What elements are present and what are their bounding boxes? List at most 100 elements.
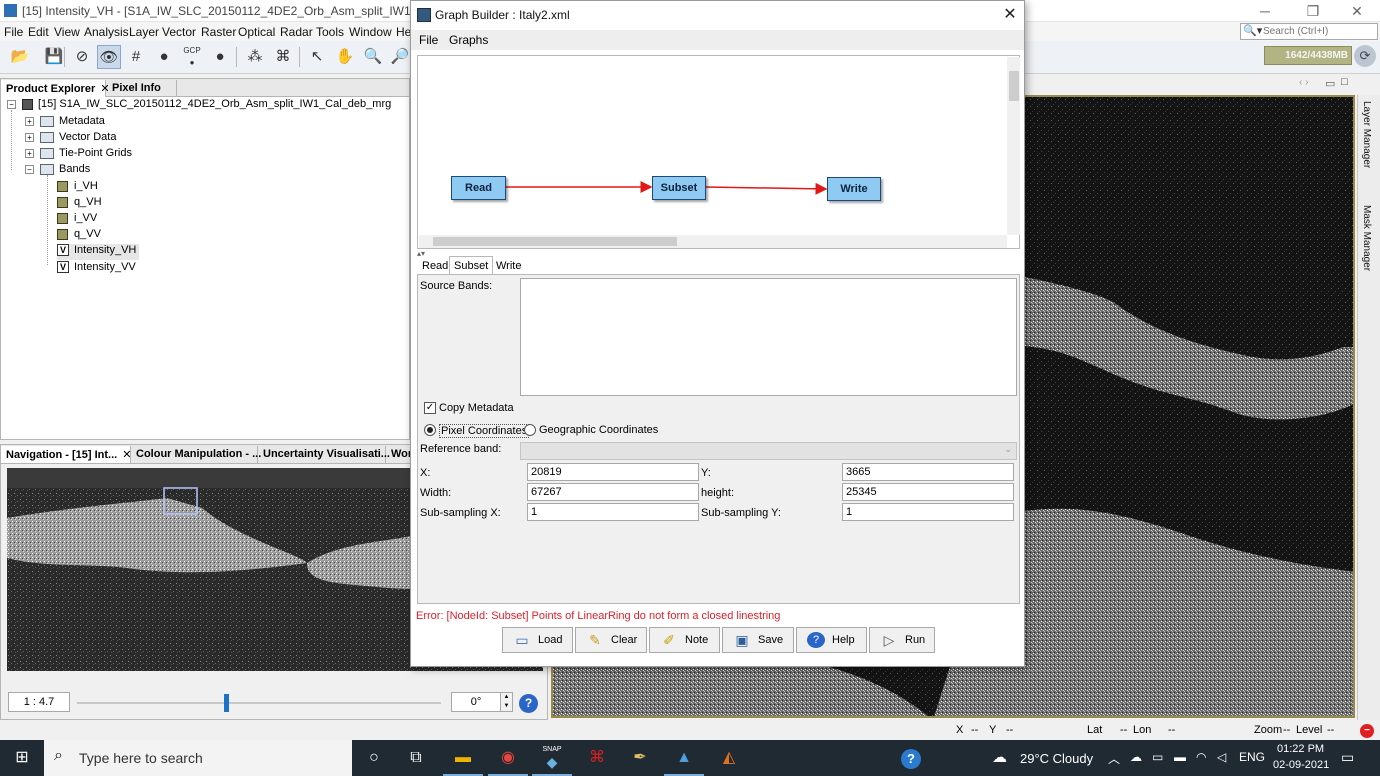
tree-band-i-vv[interactable]: i_VV	[57, 212, 97, 228]
battery-icon[interactable]: ▬	[1174, 750, 1186, 764]
cortana-icon[interactable]: ○	[356, 740, 392, 776]
tab-colour-manipulation[interactable]: Colour Manipulation - ...	[131, 446, 261, 463]
collapse-icon[interactable]: −	[7, 99, 16, 109]
zoom-in-icon[interactable]: 🔎	[388, 45, 412, 69]
tree-root[interactable]: − [15] S1A_IW_SLC_20150112_4DE2_Orb_Asm_s…	[7, 98, 391, 114]
zoom-slider-thumb[interactable]	[224, 694, 229, 712]
menu-layer[interactable]: Layer	[129, 25, 159, 39]
acrobat-icon[interactable]: ⌘	[577, 740, 617, 776]
notifications-icon[interactable]: ▭	[1341, 749, 1354, 766]
pixel-coordinates-radio[interactable]	[424, 424, 436, 436]
sub-sampling-y-field[interactable]: 1	[842, 503, 1014, 521]
geographic-coordinates-radio[interactable]	[524, 424, 536, 436]
menu-radar[interactable]: Radar	[280, 25, 313, 39]
tree-band-intensity-vv[interactable]: V Intensity_VV	[57, 261, 136, 277]
gb-menu-file[interactable]: File	[419, 33, 438, 47]
height-field[interactable]: 25345	[842, 483, 1014, 501]
tree-folder-vector-data[interactable]: + Vector Data	[25, 131, 116, 147]
menu-tools[interactable]: Tools	[316, 25, 344, 39]
close-icon[interactable]: ✕	[999, 4, 1021, 26]
volume-icon[interactable]: ◁	[1217, 750, 1226, 764]
graph-node-subset[interactable]: Subset	[652, 176, 706, 200]
clock-time[interactable]: 01:22 PM	[1277, 743, 1324, 755]
tab-layer-manager[interactable]: Layer Manager	[1361, 101, 1372, 168]
taskbar-search-box[interactable]: ⌕ Type here to search	[44, 740, 352, 776]
view-nav-arrows[interactable]: ‹ ›	[1299, 77, 1308, 88]
pan-tool-icon[interactable]: ✋	[333, 45, 357, 69]
clear-button[interactable]: ✎ Clear	[575, 627, 647, 653]
scrollbar-thumb[interactable]	[433, 237, 677, 246]
garbage-collect-icon[interactable]: ⟳	[1354, 45, 1376, 67]
batch-icon[interactable]: ⌘	[271, 45, 295, 69]
chevron-up-icon[interactable]: ︿	[1108, 750, 1120, 767]
graph-horizontal-scrollbar[interactable]	[419, 235, 1007, 248]
file-explorer-icon[interactable]: ▬	[443, 740, 483, 776]
clock-date[interactable]: 02-09-2021	[1273, 759, 1329, 771]
pin-icon[interactable]: ●	[152, 45, 176, 69]
rotation-spinner[interactable]: ▲ ▼	[500, 692, 513, 712]
tree-band-q-vv[interactable]: q_VV	[57, 228, 101, 244]
chrome-icon[interactable]: ◉	[488, 740, 528, 776]
tab-subset[interactable]: Subset	[449, 256, 494, 275]
sync-views-icon[interactable]: ⊘	[70, 45, 94, 69]
load-button[interactable]: ▭ Load	[502, 627, 573, 653]
rotation-angle-field[interactable]: 0°	[451, 692, 501, 712]
zoom-slider-track[interactable]	[77, 702, 441, 704]
run-button[interactable]: ▷ Run	[869, 627, 935, 653]
gcp-icon[interactable]: GCP ●	[180, 45, 204, 69]
view-maximize-icon[interactable]: □	[1341, 76, 1348, 88]
help-icon[interactable]: ?	[519, 694, 538, 713]
photos-icon[interactable]: ▲	[664, 740, 704, 776]
graph-node-read[interactable]: Read	[451, 176, 506, 200]
expand-icon[interactable]: +	[25, 132, 34, 142]
note-button[interactable]: ✐ Note	[649, 627, 720, 653]
shapes-icon[interactable]: ●	[208, 45, 232, 69]
zoom-scale-field[interactable]: 1 : 4.7	[8, 692, 70, 712]
menu-analysis[interactable]: Analysis	[84, 25, 129, 39]
open-product-icon[interactable]: 📂	[8, 45, 32, 69]
tab-navigation[interactable]: Navigation - [15] Int... ✕	[1, 446, 132, 463]
help-button[interactable]: ? Help	[796, 627, 867, 653]
menu-raster[interactable]: Raster	[201, 25, 236, 39]
copy-metadata-checkbox[interactable]: ✓	[424, 402, 436, 414]
select-tool-icon[interactable]: ↖	[305, 45, 329, 69]
graph-canvas[interactable]: Read Subset Write	[417, 55, 1020, 249]
tab-write[interactable]: Write	[491, 256, 526, 275]
windows-start-icon[interactable]: ⊞	[0, 740, 44, 776]
weather-text[interactable]: 29°C Cloudy	[1020, 751, 1093, 766]
sub-sampling-x-field[interactable]: 1	[527, 503, 699, 521]
cloud-icon[interactable]: ☁	[1130, 750, 1142, 764]
matlab-icon[interactable]: ◭	[709, 740, 749, 776]
zoom-tool-icon[interactable]: 🔍	[361, 45, 385, 69]
help-tray-icon[interactable]: ?	[901, 749, 921, 769]
tree-band-i-vh[interactable]: i_VH	[57, 180, 98, 196]
collapse-icon[interactable]: −	[25, 164, 34, 174]
expand-icon[interactable]: +	[25, 116, 34, 126]
scrollbar-thumb[interactable]	[1009, 71, 1019, 101]
save-product-icon[interactable]: 💾	[42, 45, 66, 69]
display-icon[interactable]: ▭	[1152, 750, 1163, 764]
tab-read[interactable]: Read	[417, 256, 453, 275]
graph-vertical-scrollbar[interactable]	[1007, 57, 1020, 235]
wifi-icon[interactable]: ◠	[1196, 750, 1206, 764]
language-indicator[interactable]: ENG	[1239, 750, 1265, 764]
tree-folder-bands[interactable]: − Bands	[25, 163, 90, 179]
save-button[interactable]: ▣ Save	[722, 627, 794, 653]
snap-taskbar-icon[interactable]: SNAP ◆	[532, 740, 572, 776]
menu-optical[interactable]: Optical	[238, 25, 275, 39]
tree-band-q-vh[interactable]: q_VH	[57, 196, 102, 212]
minimize-button[interactable]: ─	[1242, 0, 1288, 22]
graph-icon[interactable]: ⁂	[243, 45, 267, 69]
menu-vector[interactable]: Vector	[162, 25, 196, 39]
reference-band-select[interactable]: ⌄	[520, 442, 1017, 460]
tree-band-intensity-vh[interactable]: V Intensity_VH	[57, 244, 140, 260]
tree-folder-tie-point-grids[interactable]: + Tie-Point Grids	[25, 147, 132, 163]
gb-menu-graphs[interactable]: Graphs	[449, 33, 488, 47]
tab-product-explorer[interactable]: Product Explorer ✕	[1, 80, 110, 97]
graticule-icon[interactable]: #	[124, 45, 148, 69]
x-field[interactable]: 20819	[527, 463, 699, 481]
y-field[interactable]: 3665	[842, 463, 1014, 481]
quill-icon[interactable]: ✒	[620, 740, 660, 776]
snap-search-box[interactable]: 🔍▾	[1240, 23, 1378, 40]
snap-search-input[interactable]	[1263, 25, 1375, 38]
